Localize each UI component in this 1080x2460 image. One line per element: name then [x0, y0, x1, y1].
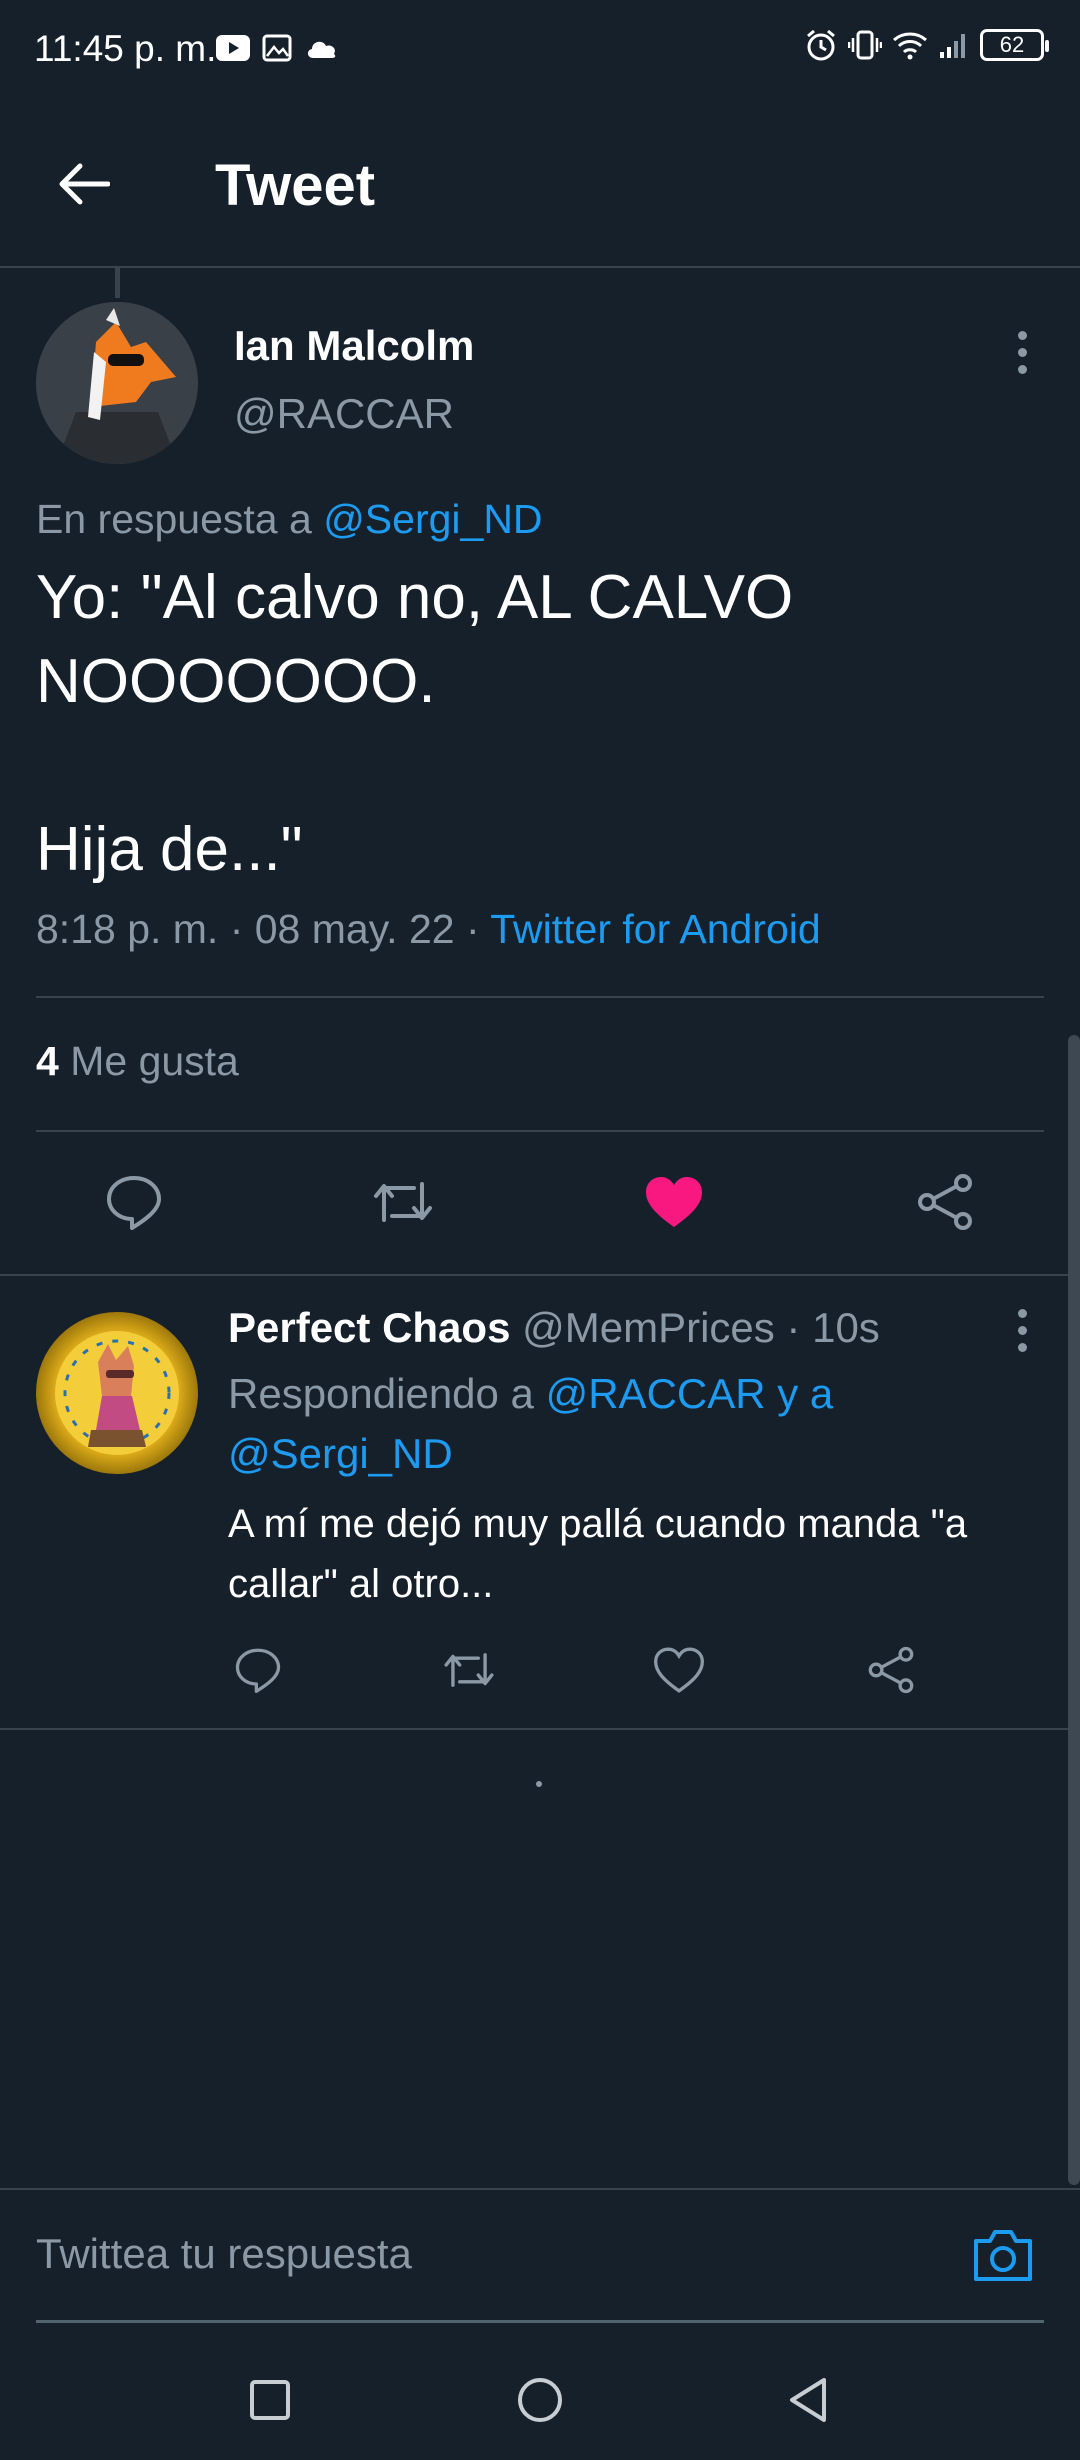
reply-reply-button[interactable]	[218, 1630, 298, 1710]
more-dot	[1017, 1308, 1027, 1318]
vibrate-icon	[848, 30, 882, 60]
share-icon	[868, 1646, 914, 1694]
replying-to-prefix: Respondiendo a	[228, 1370, 546, 1417]
section-divider	[0, 1274, 1080, 1276]
author-handle[interactable]: @RACCAR	[234, 390, 454, 438]
more-dot	[1017, 1325, 1027, 1335]
notification-icons	[216, 34, 340, 62]
reply-input[interactable]: Twittea tu respuesta	[36, 2230, 412, 2278]
wifi-icon	[893, 32, 927, 60]
more-dot	[1017, 347, 1027, 357]
battery-level: 62	[999, 32, 1025, 57]
tweet-text: Yo: "Al calvo no, AL CALVO NOOOOOOO. Hij…	[36, 563, 794, 884]
reply-icon	[235, 1648, 281, 1693]
avatar-image	[36, 302, 198, 464]
status-time: 11:45 p. m.	[34, 28, 217, 69]
reply-author-meta: @MemPrices · 10s	[510, 1304, 880, 1351]
system-icons: 62	[804, 28, 1049, 62]
reply-share-button[interactable]	[851, 1630, 931, 1710]
tweet-more-options-button[interactable]	[1002, 322, 1042, 382]
loading-indicator	[536, 1781, 542, 1787]
reply-author-name[interactable]: Perfect Chaos	[228, 1304, 510, 1351]
share-icon	[918, 1174, 972, 1230]
thread-connector	[115, 268, 120, 298]
likes-count-row[interactable]: 4 Me gusta	[36, 1038, 239, 1085]
battery-indicator: 62	[980, 29, 1049, 61]
reply-text: A mí me dejó muy pallá cuando manda "a c…	[228, 1502, 968, 1606]
retweet-icon	[374, 1182, 432, 1222]
alarm-icon	[807, 29, 835, 61]
author-name[interactable]: Ian Malcolm	[234, 322, 474, 370]
reply-retweet-button[interactable]	[429, 1630, 509, 1710]
more-dot	[1017, 330, 1027, 340]
reply-context: En respuesta a @Sergi_ND	[36, 496, 543, 543]
reply-to-mention[interactable]: @Sergi_ND	[323, 496, 542, 542]
arrow-left-icon	[59, 163, 110, 205]
camera-icon	[974, 2230, 1032, 2281]
like-button[interactable]	[634, 1162, 714, 1242]
more-dot	[1017, 1342, 1027, 1352]
triangle-back-icon	[790, 2378, 826, 2422]
system-navigation-bar	[0, 2340, 1080, 2460]
author-avatar[interactable]	[36, 302, 198, 464]
tweet-timestamp: 8:18 p. m. · 08 may. 22 ·	[36, 906, 491, 952]
reply-author-avatar[interactable]	[36, 1312, 198, 1474]
cloud-icon	[307, 41, 336, 58]
back-button[interactable]	[52, 152, 116, 216]
square-icon	[250, 2380, 290, 2420]
divider	[36, 996, 1044, 998]
more-dot	[1017, 364, 1027, 374]
reply-like-button[interactable]	[639, 1630, 719, 1710]
reply-context-prefix: En respuesta a	[36, 496, 324, 542]
compose-underline	[36, 2320, 1044, 2323]
recents-button[interactable]	[240, 2370, 300, 2430]
heart-filled-icon	[646, 1177, 702, 1227]
youtube-icon	[216, 35, 250, 61]
page-title: Tweet	[215, 153, 376, 218]
avatar-image	[55, 1331, 179, 1455]
retweet-button[interactable]	[363, 1162, 443, 1242]
tweet-source-link[interactable]: Twitter for Android	[490, 906, 820, 952]
home-button[interactable]	[510, 2370, 570, 2430]
replying-to-context: Respondiendo a @RACCAR y a @Sergi_ND	[228, 1364, 1028, 1484]
signal-icon	[940, 34, 965, 58]
section-divider	[0, 1728, 1080, 1730]
scrollbar[interactable]	[1068, 1035, 1080, 2185]
retweet-icon	[444, 1653, 494, 1687]
reply-icon	[107, 1176, 161, 1230]
status-bar: 11:45 p. m. 62	[0, 0, 1080, 100]
circle-icon	[518, 2378, 562, 2422]
reply-button[interactable]	[94, 1162, 174, 1242]
reply-compose-bar: Twittea tu respuesta	[0, 2188, 1080, 2324]
gallery-icon	[262, 34, 292, 62]
share-button[interactable]	[905, 1162, 985, 1242]
tweet-metadata: 8:18 p. m. · 08 may. 22 · Twitter for An…	[36, 906, 821, 953]
reply-header: Perfect Chaos @MemPrices · 10s	[228, 1304, 880, 1352]
heart-outline-icon	[654, 1647, 704, 1693]
reply-more-options-button[interactable]	[1002, 1300, 1042, 1360]
likes-count: 4	[36, 1038, 59, 1084]
top-app-bar: Tweet	[0, 100, 1080, 268]
divider	[36, 1130, 1044, 1132]
back-nav-button[interactable]	[778, 2370, 838, 2430]
likes-label: Me gusta	[70, 1038, 239, 1084]
camera-button[interactable]	[968, 2220, 1038, 2290]
